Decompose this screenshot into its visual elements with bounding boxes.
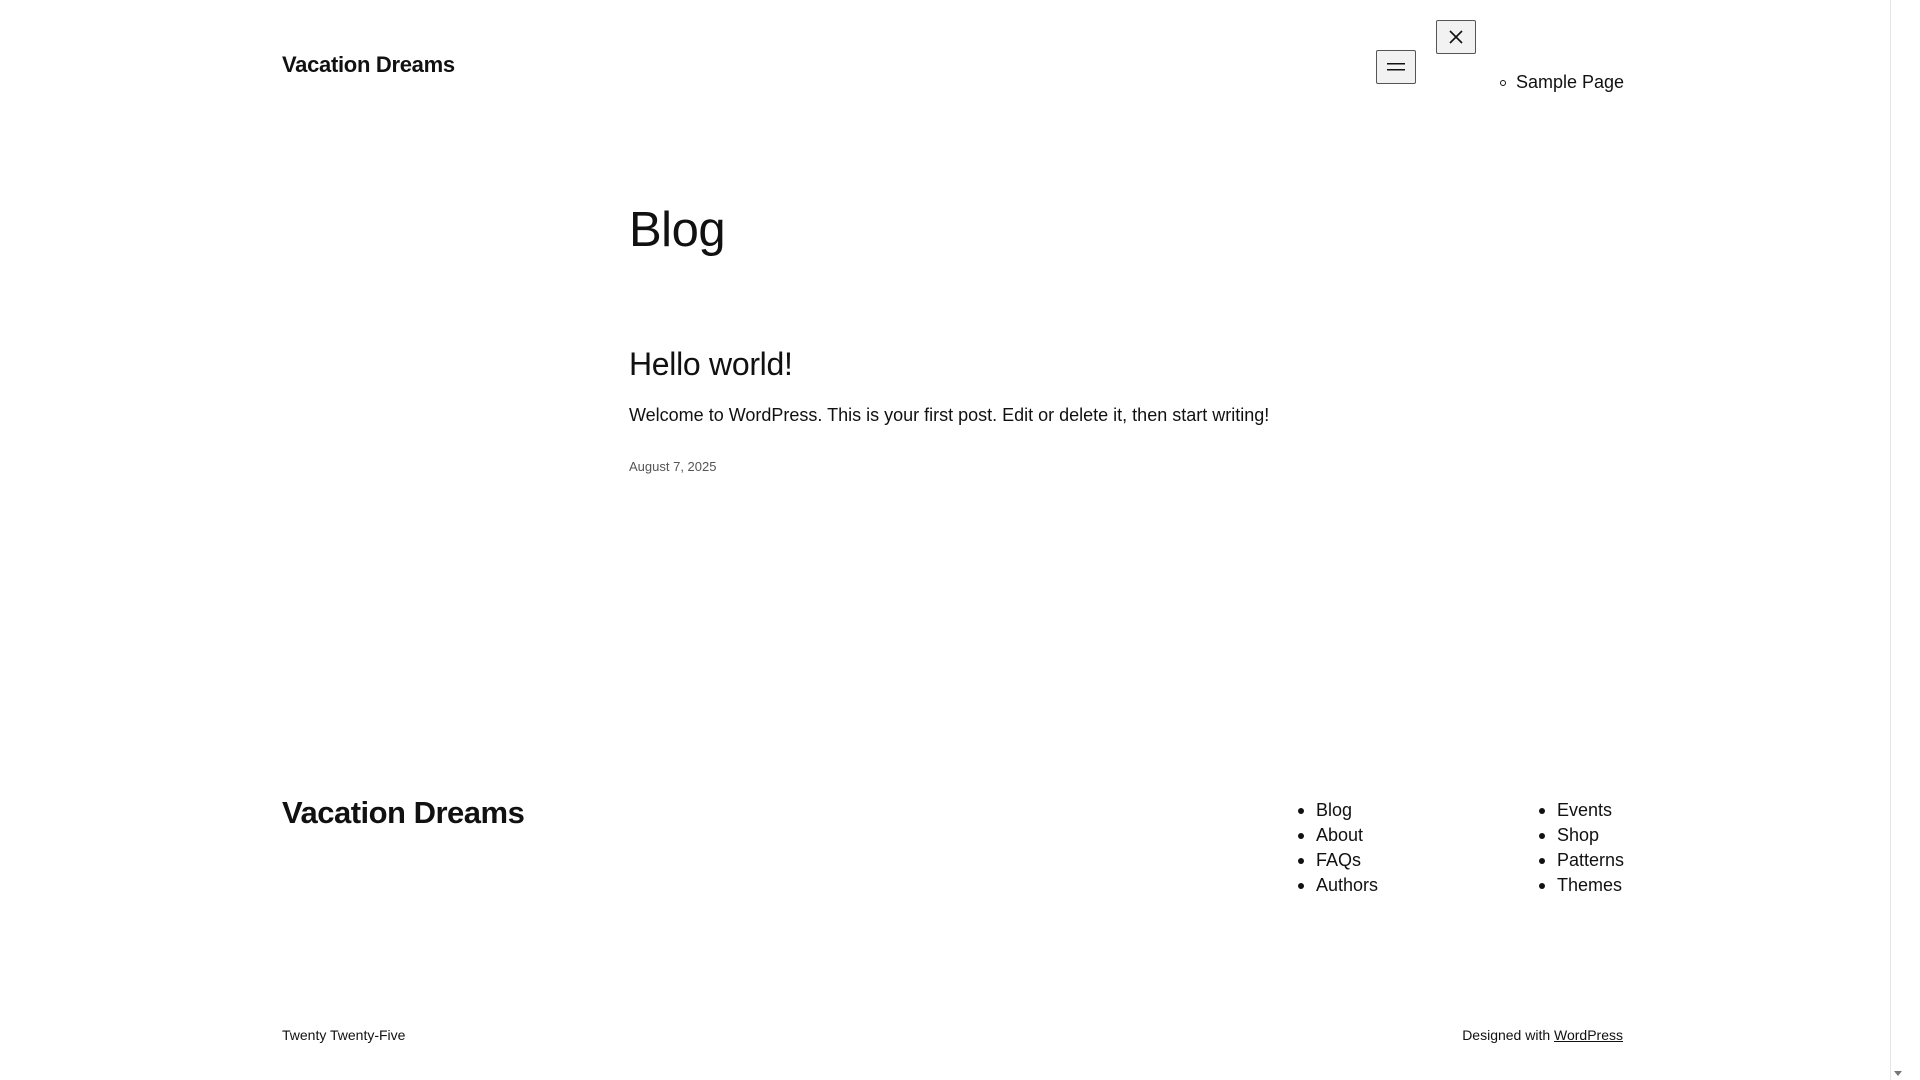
footer-link-about[interactable]: About	[1316, 825, 1363, 846]
disc-bullet-icon	[1539, 857, 1545, 864]
header-nav: Sample Page	[1500, 72, 1624, 93]
footer-link-authors[interactable]: Authors	[1316, 875, 1378, 896]
footer-nav-item: FAQs	[1298, 848, 1378, 873]
footer-nav-column-1: Blog About FAQs Authors	[1298, 798, 1378, 898]
disc-bullet-icon	[1539, 882, 1545, 889]
footer-theme-name: Twenty Twenty-Five	[282, 1027, 406, 1043]
footer-link-blog[interactable]: Blog	[1316, 800, 1352, 821]
page-title: Blog	[629, 203, 726, 257]
footer-nav-item: Patterns	[1539, 848, 1624, 873]
disc-bullet-icon	[1298, 807, 1304, 814]
footer-link-themes[interactable]: Themes	[1557, 875, 1622, 896]
close-menu-button[interactable]	[1436, 20, 1476, 54]
disc-bullet-icon	[1539, 807, 1545, 814]
sample-page-link[interactable]: Sample Page	[1516, 72, 1624, 93]
header-nav-item-sample-page: Sample Page	[1500, 72, 1624, 93]
footer-credit-prefix: Designed with	[1462, 1027, 1551, 1043]
footer-nav-item: Themes	[1539, 873, 1624, 898]
disc-bullet-icon	[1539, 832, 1545, 839]
footer-nav-item: Shop	[1539, 823, 1624, 848]
open-menu-button[interactable]	[1376, 50, 1416, 84]
footer-nav-column-2: Events Shop Patterns Themes	[1539, 798, 1624, 898]
footer-link-faqs[interactable]: FAQs	[1316, 850, 1361, 871]
post-date-link[interactable]: August 7, 2025	[629, 459, 716, 474]
header-site-title-link[interactable]: Vacation Dreams	[282, 52, 455, 78]
footer-link-patterns[interactable]: Patterns	[1557, 850, 1624, 871]
footer-nav-item: Blog	[1298, 798, 1378, 823]
wordpress-link[interactable]: WordPress	[1554, 1027, 1623, 1043]
circle-bullet-icon	[1500, 79, 1506, 86]
footer-link-events[interactable]: Events	[1557, 800, 1612, 821]
close-icon	[1449, 30, 1463, 44]
footer-nav-item: Authors	[1298, 873, 1378, 898]
post-title-link[interactable]: Hello world!	[629, 346, 793, 382]
vertical-scrollbar[interactable]	[1890, 0, 1905, 1080]
post-excerpt: Welcome to WordPress. This is your first…	[629, 405, 1270, 425]
footer-link-shop[interactable]: Shop	[1557, 825, 1599, 846]
page: Vacation Dreams Sample Page Blog Hello w…	[0, 0, 1905, 1080]
disc-bullet-icon	[1298, 882, 1304, 889]
scroll-down-arrow-icon[interactable]	[1894, 1071, 1902, 1076]
disc-bullet-icon	[1298, 832, 1304, 839]
post-title: Hello world!	[629, 346, 793, 383]
hamburger-icon	[1387, 63, 1405, 71]
footer-nav-item: Events	[1539, 798, 1624, 823]
footer-credit: Designed with WordPress	[1462, 1027, 1623, 1043]
footer-nav-item: About	[1298, 823, 1378, 848]
post-date: August 7, 2025	[629, 459, 716, 474]
footer-site-title-link[interactable]: Vacation Dreams	[282, 795, 525, 831]
disc-bullet-icon	[1298, 857, 1304, 864]
